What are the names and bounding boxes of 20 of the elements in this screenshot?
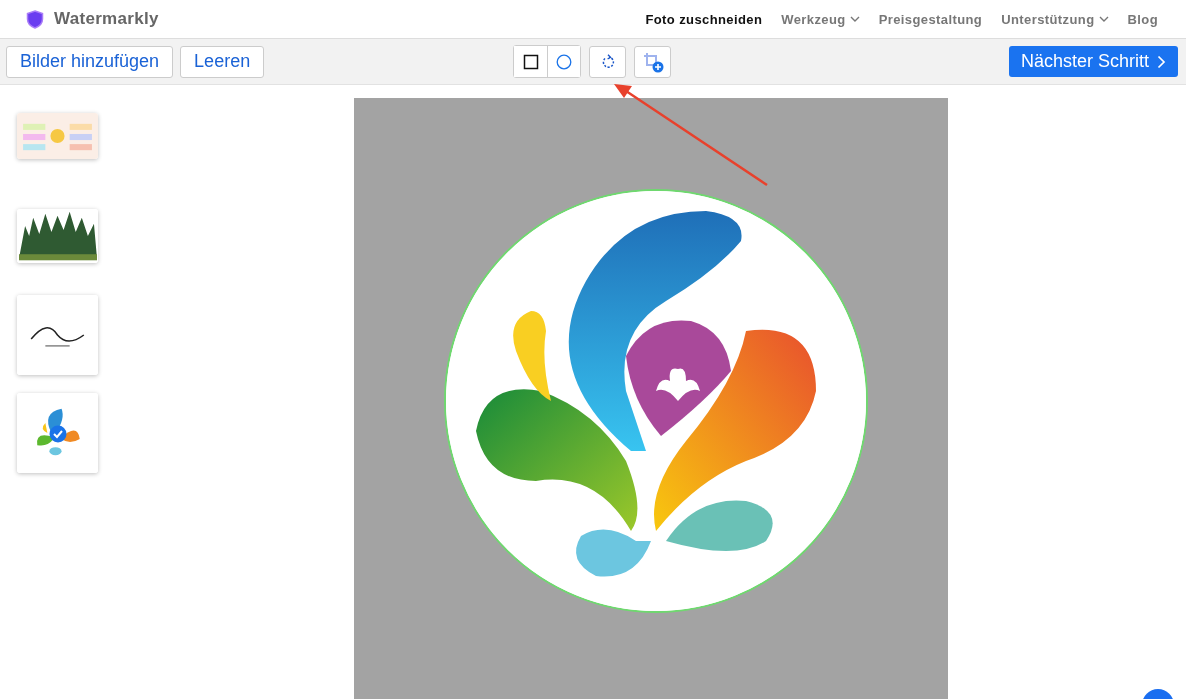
nav-link[interactable]: Preisgestaltung — [878, 11, 983, 27]
circle-icon — [556, 53, 572, 70]
square-icon — [522, 53, 539, 70]
shield-logo-icon — [26, 9, 44, 29]
check-badge-icon — [49, 425, 67, 443]
chevron-down-icon[interactable] — [1098, 16, 1109, 23]
crop-plus-icon — [641, 50, 664, 73]
toolbar-button[interactable]: Bilder hinzufügen — [6, 45, 174, 78]
toolbar-button[interactable]: Leeren — [180, 45, 265, 78]
circle-crop-button[interactable] — [547, 46, 580, 77]
nav-link[interactable]: Blog — [1127, 11, 1158, 27]
nav-link[interactable]: Werkzeug — [781, 11, 860, 27]
nav-link[interactable]: Unterstützung — [1001, 11, 1109, 27]
next-step-button[interactable]: Nächster Schritt — [1008, 46, 1178, 77]
chevron-right-icon — [1157, 54, 1166, 69]
rotate-button[interactable] — [589, 45, 626, 78]
chevron-down-icon[interactable] — [849, 16, 860, 23]
brand-name: Watermarkly — [54, 9, 159, 29]
nav-link[interactable]: Foto zuschneiden — [645, 11, 763, 27]
add-crop-button[interactable] — [634, 45, 671, 78]
